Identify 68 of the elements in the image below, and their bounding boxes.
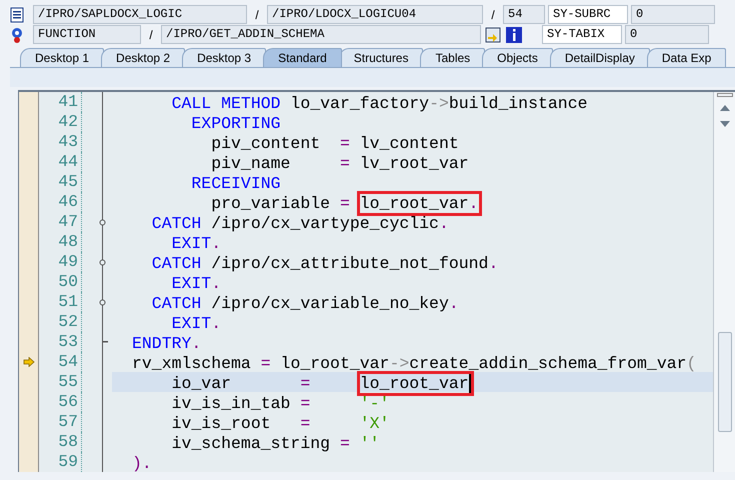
code-line: CATCH /ipro/cx_variable_no_key. — [150, 294, 459, 313]
program-field[interactable]: /IPRO/SAPLDOCX_LOGIC — [33, 5, 247, 24]
line-number: 43 — [39, 132, 82, 152]
tab[interactable]: Data Exp — [646, 48, 726, 67]
gutter-cell[interactable] — [19, 92, 39, 112]
line-number: 56 — [39, 392, 82, 412]
variable-field[interactable]: SY-SUBRC — [548, 5, 628, 24]
tab[interactable]: Objects — [482, 48, 553, 67]
scroll-down-icon[interactable] — [720, 121, 730, 127]
value-field[interactable]: 0 — [625, 25, 709, 44]
scroll-grip[interactable] — [716, 93, 732, 97]
code-line: EXIT. — [170, 314, 222, 333]
code-line: EXIT. — [170, 274, 222, 293]
line-number: 48 — [39, 232, 82, 252]
code-line: EXIT. — [170, 234, 222, 253]
code-line: pro_variable = lo_root_var. — [132, 194, 479, 213]
name-field[interactable]: /IPRO/GET_ADDIN_SCHEMA — [161, 25, 481, 44]
code-line: iv_schema_string = '' — [170, 434, 380, 453]
scrollbar[interactable] — [713, 92, 735, 472]
scroll-thumb[interactable] — [718, 332, 732, 432]
line-number: 51 — [39, 292, 82, 312]
code-line: CATCH /ipro/cx_attribute_not_found. — [150, 254, 498, 273]
tab[interactable]: Tables — [420, 48, 486, 67]
type-field[interactable]: FUNCTION — [33, 25, 141, 44]
path-separator: / — [254, 6, 260, 24]
line-number: 55 — [39, 372, 82, 392]
line-number: 46 — [39, 192, 82, 212]
tab[interactable]: Desktop 1 — [20, 48, 104, 67]
code-line: EXPORTING — [190, 114, 281, 133]
document-icon — [8, 6, 26, 24]
line-field[interactable]: 54 — [503, 5, 545, 24]
code-line: RECEIVING — [190, 174, 281, 193]
line-number: 58 — [39, 432, 82, 452]
code-line: ). — [132, 454, 152, 473]
path-separator: / — [490, 6, 496, 24]
tab[interactable]: Desktop 2 — [101, 48, 186, 67]
line-number: 52 — [39, 312, 82, 332]
code-line: iv_is_in_tab = '-' — [170, 394, 390, 413]
code-line: piv_content = lv_content — [210, 134, 459, 153]
line-number: 49 — [39, 252, 82, 272]
display-icon[interactable] — [484, 26, 502, 44]
tab[interactable]: Desktop 3 — [182, 48, 266, 67]
path-separator: / — [148, 26, 154, 44]
code-line: iv_is_root = 'X' — [170, 414, 390, 433]
include-field[interactable]: /IPRO/LDOCX_LOGICU04 — [267, 5, 483, 24]
scroll-up-icon[interactable] — [720, 105, 730, 111]
line-number: 53 — [39, 332, 82, 352]
line-number: 42 — [39, 112, 82, 132]
line-number: 44 — [39, 152, 82, 172]
code-line: CATCH /ipro/cx_vartype_cyclic. — [150, 214, 449, 233]
line-number: 41 — [39, 92, 82, 112]
value-field[interactable]: 0 — [631, 5, 715, 24]
code-line: piv_name = lv_root_var — [210, 154, 469, 173]
code-line: ENDTRY. — [132, 334, 202, 353]
tab[interactable]: Standard — [263, 48, 342, 67]
gutter-cell[interactable] — [19, 452, 39, 472]
tab[interactable]: DetailDisplay — [550, 48, 650, 67]
line-number: 50 — [39, 272, 82, 292]
code-line: CALL METHOD lo_var_factory->build_instance — [170, 94, 588, 113]
line-number: 59 — [39, 452, 82, 472]
line-number: 47 — [39, 212, 82, 232]
line-number: 45 — [39, 172, 82, 192]
code-line: rv_xmlschema = lo_root_var->create_addin_schema_from_var( — [132, 354, 696, 373]
line-number: 54 — [39, 352, 82, 372]
variable-field[interactable]: SY-TABIX — [542, 25, 622, 44]
info-icon[interactable] — [505, 26, 523, 44]
line-number: 57 — [39, 412, 82, 432]
code-line: io_var = lo_root_var — [132, 374, 471, 393]
